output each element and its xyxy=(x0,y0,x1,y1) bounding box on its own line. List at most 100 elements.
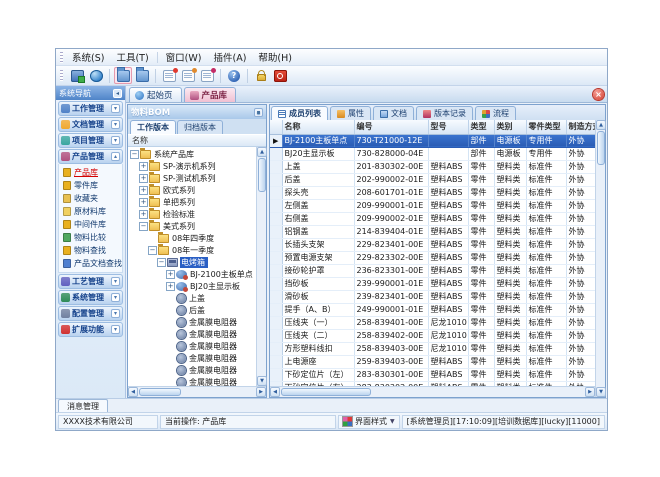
table-row[interactable]: 右侧盖209-990002-01E塑料ABS零件塑料类标准件外协条 xyxy=(270,212,595,225)
row-selector[interactable] xyxy=(270,316,282,329)
column-header-编号[interactable]: 编号 xyxy=(354,120,428,134)
chevron-down-icon[interactable]: ▾ xyxy=(111,309,120,318)
row-selector[interactable] xyxy=(270,212,282,225)
sidebar-collapse-button[interactable]: ◂ xyxy=(113,89,122,98)
row-selector[interactable] xyxy=(270,238,282,251)
chevron-down-icon[interactable]: ▾ xyxy=(111,325,120,334)
tree-node-19[interactable]: 金属膜电阻器 xyxy=(128,376,256,386)
column-header-名称[interactable]: 名称 xyxy=(282,120,354,134)
column-header-类别[interactable]: 类别 xyxy=(494,120,526,134)
mail-delete-button[interactable] xyxy=(198,67,216,84)
menu-grip[interactable] xyxy=(60,52,63,63)
tree-vscroll-thumb[interactable] xyxy=(258,158,266,192)
chevron-down-icon[interactable]: ▾ xyxy=(111,136,120,145)
tree-node-5[interactable]: +检验标准 xyxy=(128,208,256,220)
web-button[interactable] xyxy=(87,67,105,84)
row-selector[interactable] xyxy=(270,173,282,186)
tree-node-7[interactable]: 08年四季度 xyxy=(128,232,256,244)
tree-vertical-scrollbar[interactable]: ▲ ▼ xyxy=(256,147,266,386)
scroll-down-icon[interactable]: ▼ xyxy=(596,387,606,397)
sidebar-section-5[interactable]: 系统管理▾ xyxy=(58,290,123,305)
table-row[interactable]: 铝钢盖214-839404-01E塑料ABS零件塑料类标准件外协条 xyxy=(270,225,595,238)
table-row[interactable]: ▶BJ-2100主板单点730-T21000-12E部件电源板专用件外协颗 xyxy=(270,134,595,147)
row-selector[interactable] xyxy=(270,264,282,277)
table-row[interactable]: 上电源座259-839403-00E塑料ABS零件塑料类标准件外协条 xyxy=(270,355,595,368)
tree-node-15[interactable]: 金属膜电阻器 xyxy=(128,328,256,340)
exit-button[interactable] xyxy=(271,67,289,84)
tree-node-13[interactable]: 后盖 xyxy=(128,304,256,316)
toolbar-grip[interactable] xyxy=(60,70,63,81)
row-selector[interactable] xyxy=(270,290,282,303)
row-selector[interactable] xyxy=(270,147,282,160)
expand-icon[interactable]: + xyxy=(139,174,148,183)
help-button[interactable]: ? xyxy=(225,67,243,84)
chevron-up-icon[interactable]: ▴ xyxy=(111,152,120,161)
tab-归档版本[interactable]: 归档版本 xyxy=(177,120,223,134)
expand-icon[interactable]: + xyxy=(166,270,175,279)
column-header-制造方式[interactable]: 制造方式 xyxy=(566,120,595,134)
sidebar-section-3[interactable]: 产品管理▴ xyxy=(58,149,123,164)
pin-icon[interactable]: ▪ xyxy=(254,108,263,117)
table-row[interactable]: BJ20主显示板730-828000-04E部件电源板专用件外协颗 xyxy=(270,147,595,160)
sidebar-section-6[interactable]: 配置管理▾ xyxy=(58,306,123,321)
sidebar-section-4[interactable]: 工艺管理▾ xyxy=(58,274,123,289)
table-hscroll-thumb[interactable] xyxy=(281,388,371,396)
expand-icon[interactable]: + xyxy=(139,198,148,207)
tab-起始页[interactable]: 起始页 xyxy=(129,87,182,102)
table-row[interactable]: 滑砂板239-823401-00E塑料ABS零件塑料类标准件外协条 xyxy=(270,290,595,303)
client-button[interactable] xyxy=(68,67,86,84)
row-selector[interactable] xyxy=(270,355,282,368)
sidebar-section-0[interactable]: 工作管理▾ xyxy=(58,101,123,116)
table-row[interactable]: 下砂定位片（左）283-830301-00E塑料ABS零件塑料类标准件外协条 xyxy=(270,368,595,381)
sidebar-item-3[interactable]: 原材料库 xyxy=(63,205,122,218)
table-row[interactable]: 长插头支架229-823401-00E塑料ABS零件塑料类标准件外协条 xyxy=(270,238,595,251)
scroll-up-icon[interactable]: ▲ xyxy=(257,147,267,157)
table-row[interactable]: 压线夹（一）258-839401-00E尼龙1010零件塑料类标准件外协条 xyxy=(270,316,595,329)
collapse-icon[interactable]: − xyxy=(139,222,148,231)
table-vertical-scrollbar[interactable]: ▲ ▼ xyxy=(595,120,605,397)
tab-流程[interactable]: 流程 xyxy=(475,106,516,120)
collapse-icon[interactable]: − xyxy=(130,150,139,159)
tree-column-header[interactable]: 名称 xyxy=(128,134,266,147)
close-tab-icon[interactable]: × xyxy=(593,89,604,100)
sidebar-item-1[interactable]: 零件库 xyxy=(63,179,122,192)
table-row[interactable]: 探头壳208-601701-01E塑料ABS零件塑料类标准件外协条 xyxy=(270,186,595,199)
row-selector[interactable] xyxy=(270,277,282,290)
expand-icon[interactable]: + xyxy=(139,162,148,171)
menu-item-0[interactable]: 系统(S) xyxy=(66,49,110,65)
table-horizontal-scrollbar[interactable]: ◀ ▶ xyxy=(270,386,595,397)
tree-node-11[interactable]: +BJ20主显示板 xyxy=(128,280,256,292)
table-vscroll-thumb[interactable] xyxy=(597,131,605,165)
table-row[interactable]: 后盖202-990002-01E塑料ABS零件塑料类标准件外协条 xyxy=(270,173,595,186)
chevron-down-icon[interactable]: ▾ xyxy=(111,293,120,302)
sidebar-section-7[interactable]: 扩展功能▾ xyxy=(58,322,123,337)
sidebar-item-5[interactable]: 物料比较 xyxy=(63,231,122,244)
row-selector[interactable] xyxy=(270,368,282,381)
row-selector[interactable] xyxy=(270,303,282,316)
table-row[interactable]: 压线夹（二）258-839402-00E尼龙1010零件塑料类标准件外协条 xyxy=(270,329,595,342)
menu-item-3[interactable]: 插件(A) xyxy=(207,49,252,65)
tree-node-1[interactable]: +SP-演示机系列 xyxy=(128,160,256,172)
row-selector[interactable] xyxy=(270,199,282,212)
tab-产品库[interactable]: 产品库 xyxy=(184,87,237,102)
expand-icon[interactable]: + xyxy=(139,186,148,195)
scroll-up-icon[interactable]: ▲ xyxy=(596,120,606,130)
collapse-icon[interactable]: − xyxy=(148,246,157,255)
tab-属性[interactable]: 属性 xyxy=(330,106,371,120)
row-selector[interactable]: ▶ xyxy=(270,134,282,147)
tree-node-9[interactable]: −电烤箱 xyxy=(128,256,256,268)
expand-icon[interactable]: + xyxy=(166,282,175,291)
scroll-right-icon[interactable]: ▶ xyxy=(585,387,595,397)
table-row[interactable]: 接砂轮护罩236-823301-00E塑料ABS零件塑料类标准件外协条 xyxy=(270,264,595,277)
row-selector[interactable] xyxy=(270,160,282,173)
table-row[interactable]: 左侧盖209-990001-01E塑料ABS零件塑料类标准件外协条 xyxy=(270,199,595,212)
tree-node-17[interactable]: 金属膜电阻器 xyxy=(128,352,256,364)
sidebar-item-2[interactable]: 收藏夹 xyxy=(63,192,122,205)
scroll-left-icon[interactable]: ◀ xyxy=(128,387,138,397)
tree-node-12[interactable]: 上盖 xyxy=(128,292,256,304)
chevron-down-icon[interactable]: ▾ xyxy=(111,277,120,286)
chevron-down-icon[interactable]: ▾ xyxy=(111,104,120,113)
sidebar-section-1[interactable]: 文档管理▾ xyxy=(58,117,123,132)
column-header-型号[interactable]: 型号 xyxy=(428,120,468,134)
menu-item-2[interactable]: 窗口(W) xyxy=(160,49,208,65)
